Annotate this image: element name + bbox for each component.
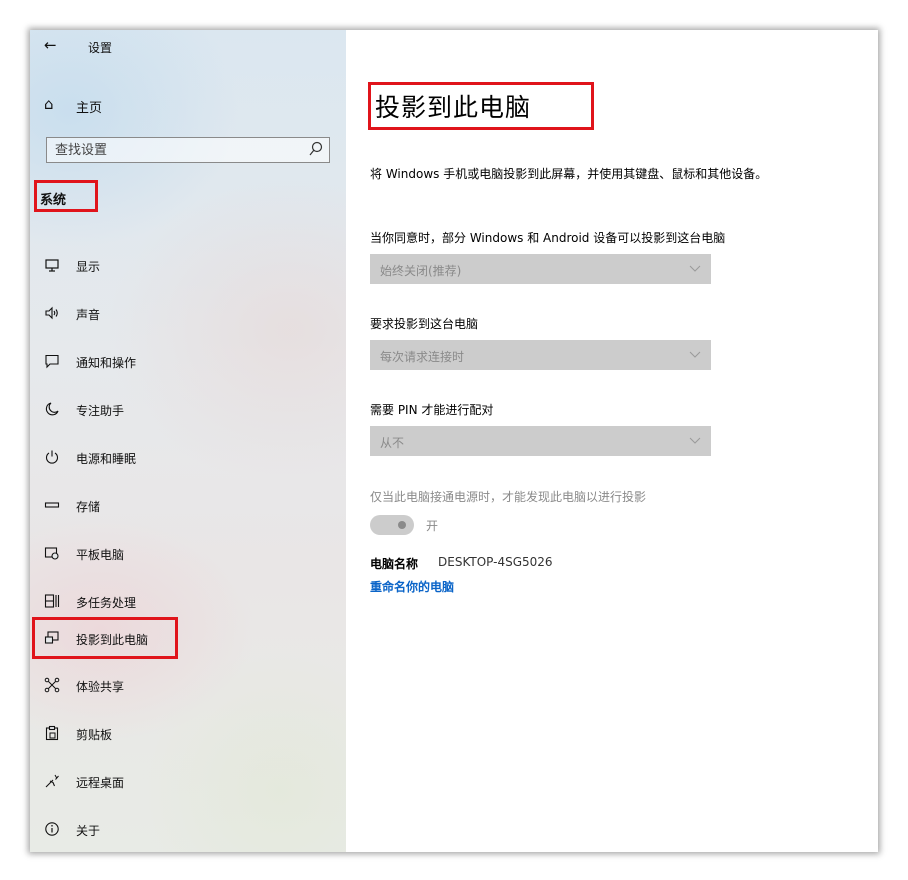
dropdown-value: 始终关闭(推荐) bbox=[380, 264, 462, 278]
sidebar: ← 设置 ⌂ 主页 系统 显示 bbox=[30, 30, 346, 852]
sidebar-item-label: 通知和操作 bbox=[76, 356, 137, 370]
sidebar-item-label: 远程桌面 bbox=[76, 776, 125, 790]
sidebar-item-label: 多任务处理 bbox=[76, 596, 137, 610]
toggle-knob bbox=[398, 521, 406, 529]
app-title: 设置 bbox=[88, 41, 113, 55]
sidebar-item-multitasking[interactable]: 多任务处理 bbox=[30, 584, 346, 620]
sidebar-item-clipboard[interactable]: 剪贴板 bbox=[30, 716, 346, 752]
sidebar-item-about[interactable]: 关于 bbox=[30, 812, 346, 848]
tablet-icon bbox=[44, 547, 59, 560]
sidebar-item-label: 体验共享 bbox=[76, 680, 125, 694]
storage-icon bbox=[44, 502, 60, 508]
sidebar-item-remote-desktop[interactable]: 远程桌面 bbox=[30, 764, 346, 800]
page-title: 投影到此电脑 bbox=[368, 82, 594, 130]
chevron-down-icon bbox=[689, 351, 701, 358]
sidebar-item-sound[interactable]: 声音 bbox=[30, 296, 346, 332]
notification-icon bbox=[45, 354, 59, 369]
sidebar-item-label: 平板电脑 bbox=[76, 548, 125, 562]
sidebar-item-label: 投影到此电脑 bbox=[76, 633, 149, 647]
search-icon[interactable] bbox=[309, 141, 323, 157]
search-input[interactable] bbox=[47, 138, 287, 162]
dropdown-ask-to-project: 每次请求连接时 bbox=[370, 340, 711, 370]
multitask-icon bbox=[44, 594, 60, 608]
home-nav-item[interactable]: ⌂ 主页 bbox=[30, 88, 346, 122]
pc-name-value: DESKTOP-4SG5026 bbox=[438, 555, 553, 569]
sidebar-item-storage[interactable]: 存储 bbox=[30, 488, 346, 524]
sidebar-item-label: 显示 bbox=[76, 260, 101, 274]
rename-pc-link[interactable]: 重命名你的电脑 bbox=[370, 578, 454, 595]
toggle-state-label: 开 bbox=[426, 519, 439, 533]
home-label: 主页 bbox=[76, 101, 103, 116]
sidebar-item-project-to-pc[interactable]: 投影到此电脑 bbox=[32, 617, 178, 659]
home-icon: ⌂ bbox=[44, 95, 54, 113]
pc-name-label: 电脑名称 bbox=[370, 557, 419, 571]
dropdown-require-pin: 从不 bbox=[370, 426, 711, 456]
remote-desktop-icon bbox=[45, 774, 59, 788]
back-button[interactable]: ← bbox=[44, 36, 57, 54]
sidebar-item-tablet[interactable]: 平板电脑 bbox=[30, 536, 346, 572]
sidebar-item-label: 专注助手 bbox=[76, 404, 125, 418]
sidebar-item-notifications[interactable]: 通知和操作 bbox=[30, 344, 346, 380]
sidebar-item-shared-experiences[interactable]: 体验共享 bbox=[30, 668, 346, 704]
chevron-down-icon bbox=[689, 265, 701, 272]
sidebar-item-label: 存储 bbox=[76, 500, 101, 514]
sidebar-item-label: 剪贴板 bbox=[76, 728, 113, 742]
section-title-system: 系统 bbox=[34, 180, 98, 212]
setting-label-allow-projection: 当你同意时，部分 Windows 和 Android 设备可以投影到这台电脑 bbox=[370, 231, 726, 245]
settings-window: ← 设置 ⌂ 主页 系统 显示 bbox=[30, 30, 878, 852]
sidebar-item-label: 关于 bbox=[76, 824, 101, 838]
title-bar: ← 设置 bbox=[30, 30, 346, 64]
share-icon bbox=[44, 677, 60, 693]
moon-icon bbox=[45, 402, 59, 416]
project-icon bbox=[44, 631, 59, 644]
monitor-icon bbox=[45, 259, 59, 272]
dropdown-allow-projection: 始终关闭(推荐) bbox=[370, 254, 711, 284]
main-content: 投影到此电脑 将 Windows 手机或电脑投影到此屏幕，并使用其键盘、鼠标和其… bbox=[346, 30, 878, 852]
sidebar-item-power[interactable]: 电源和睡眠 bbox=[30, 440, 346, 476]
power-discovery-toggle bbox=[370, 515, 414, 535]
setting-label-require-pin: 需要 PIN 才能进行配对 bbox=[370, 403, 494, 417]
info-icon bbox=[45, 822, 59, 836]
sidebar-item-label: 声音 bbox=[76, 308, 101, 322]
setting-label-ask-to-project: 要求投影到这台电脑 bbox=[370, 317, 479, 331]
chevron-down-icon bbox=[689, 437, 701, 444]
dropdown-value: 每次请求连接时 bbox=[380, 350, 465, 364]
clipboard-icon bbox=[45, 725, 59, 741]
search-box[interactable] bbox=[46, 137, 330, 163]
page-description: 将 Windows 手机或电脑投影到此屏幕，并使用其键盘、鼠标和其他设备。 bbox=[370, 167, 768, 181]
sidebar-item-display[interactable]: 显示 bbox=[30, 248, 346, 284]
speaker-icon bbox=[45, 306, 58, 320]
sidebar-item-focus-assist[interactable]: 专注助手 bbox=[30, 392, 346, 428]
power-discovery-note: 仅当此电脑接通电源时，才能发现此电脑以进行投影 bbox=[370, 490, 647, 504]
sidebar-item-label: 电源和睡眠 bbox=[76, 452, 137, 466]
power-icon bbox=[45, 450, 59, 464]
dropdown-value: 从不 bbox=[380, 436, 405, 450]
